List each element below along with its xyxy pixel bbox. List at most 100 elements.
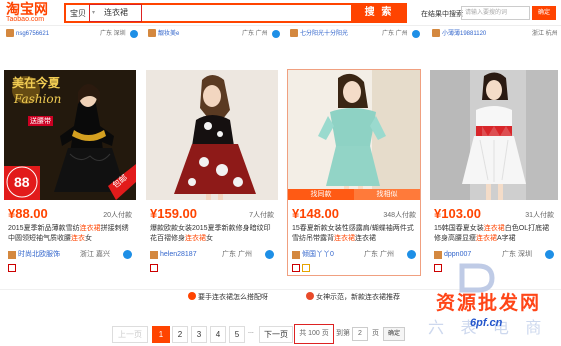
credit-badge-icon [292, 264, 300, 272]
search-box: 宝贝 ▾ 连衣裙 搜 索 [64, 3, 407, 23]
seller-location: 浙江 杭州 [532, 31, 558, 37]
search-within-button[interactable]: 确定 [532, 6, 556, 20]
guarantee-badge-icon [302, 264, 310, 272]
product-title[interactable]: 爆款欧款女装2015夏季新款修身暗纹印花百褶修身连衣裙女 [150, 224, 276, 244]
product-title[interactable]: 2015夏季新品薄款雪纺连衣裙拼接刺绣中圆领短袖气质收腰连衣女 [8, 224, 134, 244]
pager-ellipsis: ... [248, 328, 254, 335]
paid-count: 7人付款 [249, 212, 274, 219]
paid-count: 31人付款 [525, 212, 554, 219]
list-item: 靓妆美e 广东 广州 [148, 27, 280, 41]
seller-location: 广东 深圳 [100, 31, 126, 37]
seller-location: 广东 广州 [222, 251, 252, 258]
logo-en: Taobao.com [6, 16, 45, 23]
chat-icon[interactable] [407, 250, 416, 259]
goto-label: 到第 [336, 330, 350, 337]
top-bar: 淘宝网 Taobao.com 宝贝 ▾ 连衣裙 搜 索 在结果中搜索 请输入要搜… [0, 0, 561, 26]
product-image[interactable] [146, 70, 278, 200]
search-within-input[interactable]: 请输入要搜的词 [461, 6, 530, 20]
product-image[interactable]: 找同款 找相似 [288, 70, 420, 200]
image-promo: 送腰带 [28, 116, 53, 126]
credit-badge-icon [150, 264, 158, 272]
page-link-3[interactable]: 3 [191, 326, 207, 343]
chat-icon[interactable] [265, 250, 274, 259]
paid-count: 20人付款 [103, 212, 132, 219]
taobao-logo[interactable]: 淘宝网 Taobao.com [6, 2, 56, 28]
next-page-button[interactable]: 下一页 [259, 326, 293, 343]
seller-link[interactable]: 小薄薄19881120 [442, 31, 486, 37]
pagination: 上一页 1 2 3 4 5 ... 下一页 共 100 页 到第 2 页 确定 [0, 322, 561, 344]
product-title[interactable]: 15春夏新款女装性感露肩/蝴蝶袖两件式雪纺吊带露背连衣裙连衣裙 [292, 224, 418, 244]
search-input[interactable]: 连衣裙 [89, 4, 142, 22]
shop-row: 时尚北欧服饰 浙江 嘉兴 [8, 250, 134, 260]
seller-link[interactable]: 时尚北欧服饰 [18, 250, 60, 260]
shop-icon [6, 29, 14, 38]
product-price: ¥103.00 [434, 206, 481, 221]
page-unit-label: 页 [372, 330, 379, 337]
page-link-5[interactable]: 5 [229, 326, 245, 343]
product-title[interactable]: 15韩国春夏女装连衣裙白色OL打底裙修身高腰显瘦连衣裙A字裙 [434, 224, 556, 244]
search-within-label: 在结果中搜索 [421, 11, 463, 18]
shop-icon [434, 251, 442, 259]
product-price: ¥148.00 [292, 206, 339, 221]
shop-icon [8, 251, 16, 259]
seller-location: 浙江 嘉兴 [80, 251, 110, 258]
tip-icon [188, 292, 196, 300]
image-price: 88 [14, 174, 30, 190]
page-link-4[interactable]: 4 [210, 326, 226, 343]
find-similar-button[interactable]: 找相似 [354, 189, 420, 200]
product-image[interactable] [430, 70, 558, 200]
recommendation-bar: 要手连衣裙怎么搭配呀 女神示范，新款连衣裙推荐 [0, 289, 561, 305]
product-price: ¥159.00 [150, 206, 197, 221]
list-item: nsg6756621 广东 深圳 [6, 27, 138, 41]
search-scope-select[interactable]: 宝贝 [70, 8, 86, 19]
search-button[interactable]: 搜 索 [351, 3, 407, 23]
find-same-button[interactable]: 找同款 [288, 189, 354, 200]
product-card[interactable]: 找同款 找相似 ¥148.00 348人付款 15春夏新款女装性感露肩/蝴蝶袖两… [287, 69, 421, 276]
chat-icon[interactable] [272, 30, 280, 38]
shop-row: helen28187 广东 广州 [150, 250, 276, 260]
seller-location: 广东 广州 [382, 31, 408, 37]
seller-link[interactable]: helen28187 [160, 250, 197, 260]
seller-link[interactable]: dppn007 [444, 250, 471, 260]
chat-icon[interactable] [545, 250, 554, 259]
shop-row: 倾国丫丫0 广东 广州 [292, 250, 418, 260]
seller-link[interactable]: 靓妆美e [158, 31, 179, 37]
seller-link[interactable]: 倾国丫丫0 [302, 250, 334, 260]
seller-link[interactable]: 七分阳光十分阳光 [300, 31, 348, 37]
page-link-1[interactable]: 1 [152, 326, 170, 343]
goto-confirm-button[interactable]: 确定 [383, 327, 405, 341]
shop-row: dppn007 广东 深圳 [434, 250, 556, 260]
image-headline: 美在今夏 [12, 76, 61, 90]
seller-link[interactable]: nsg6756621 [16, 31, 49, 37]
chat-icon[interactable] [130, 30, 138, 38]
paid-count: 348人付款 [383, 212, 416, 219]
chat-icon[interactable] [123, 250, 132, 259]
prev-page-button[interactable]: 上一页 [112, 326, 148, 343]
badge-row [150, 264, 160, 272]
list-item: 七分阳光十分阳光 广东 广州 [290, 27, 422, 41]
tip-icon [306, 292, 314, 300]
badge-row [8, 264, 18, 272]
page-link-2[interactable]: 2 [172, 326, 188, 343]
list-item: 小薄薄19881120 浙江 杭州 [432, 27, 560, 41]
shop-icon [432, 29, 440, 38]
chat-icon[interactable] [412, 30, 420, 38]
goto-page-input[interactable]: 2 [352, 327, 368, 341]
notice-right[interactable]: 女神示范，新款连衣裙推荐 [306, 290, 400, 306]
shop-icon [148, 29, 156, 38]
seller-location: 广东 广州 [242, 31, 268, 37]
product-card[interactable]: 美在今夏 Fashion 送腰带 88 包邮 ¥88.00 20人付款 2015… [4, 70, 136, 275]
badge-row [292, 264, 312, 272]
credit-badge-icon [434, 264, 442, 272]
shop-icon [150, 251, 158, 259]
image-subheadline: Fashion [14, 92, 62, 106]
badge-row [434, 264, 444, 272]
notice-left[interactable]: 要手连衣裙怎么搭配呀 [188, 290, 268, 306]
product-card[interactable]: ¥159.00 7人付款 爆款欧款女装2015夏季新款修身暗纹印花百褶修身连衣裙… [146, 70, 278, 275]
product-card[interactable]: ¥103.00 31人付款 15韩国春夏女装连衣裙白色OL打底裙修身高腰显瘦连衣… [430, 70, 558, 275]
logo-cn: 淘宝网 [6, 1, 48, 17]
seller-location: 广东 广州 [364, 251, 394, 258]
shop-icon [290, 29, 298, 38]
seller-location: 广东 深圳 [502, 251, 532, 258]
product-image[interactable]: 美在今夏 Fashion 送腰带 88 包邮 [4, 70, 136, 200]
